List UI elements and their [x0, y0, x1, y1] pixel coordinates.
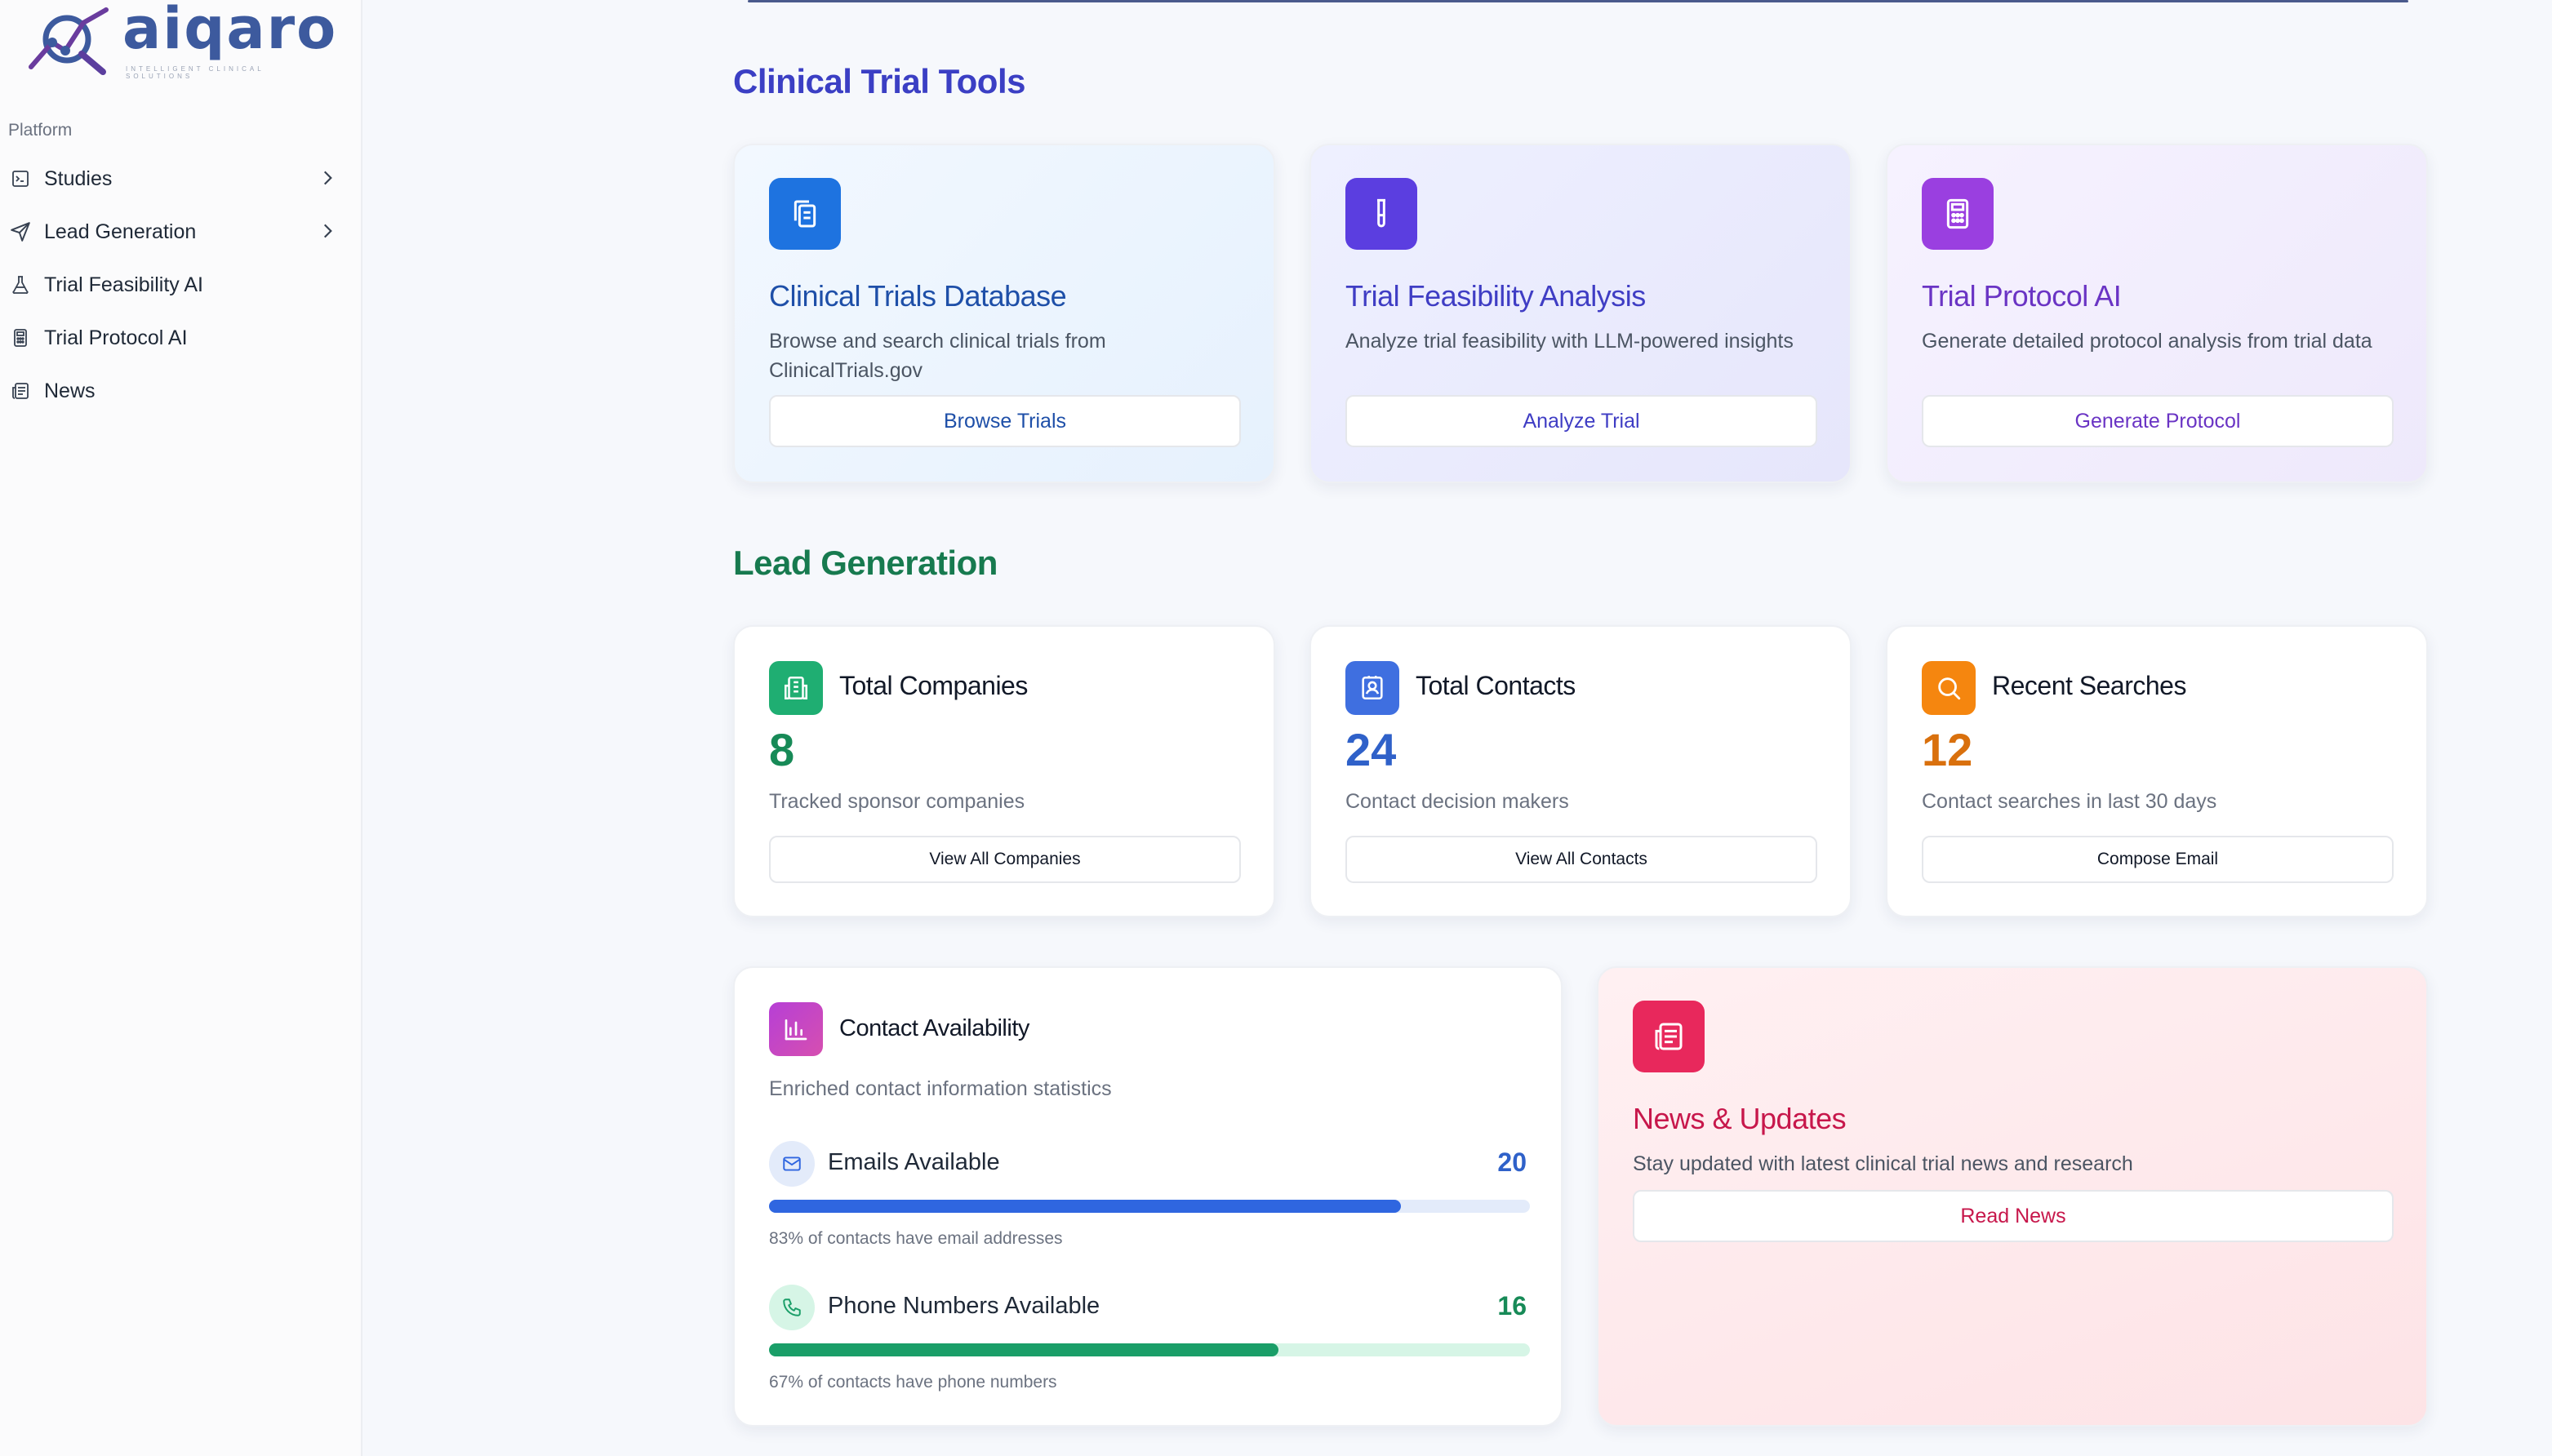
card-title: Clinical Trials Database [769, 279, 1067, 313]
sidebar-item-lead-generation[interactable]: Lead Generation [8, 209, 338, 255]
calculator-icon [1922, 178, 1994, 250]
sidebar-item-label: Trial Protocol AI [44, 326, 188, 349]
card-title: Trial Feasibility Analysis [1345, 279, 1646, 313]
clinical-trials-database-card: Clinical Trials Database Browse and sear… [733, 144, 1275, 483]
send-icon [8, 220, 33, 244]
stat-title: Total Contacts [1416, 671, 1576, 700]
sidebar-item-label: Studies [44, 166, 113, 190]
sidebar-item-news[interactable]: News [8, 368, 338, 414]
sidebar-item-trial-feasibility-ai[interactable]: Trial Feasibility AI [8, 262, 338, 308]
phones-progress-bar [769, 1343, 1530, 1356]
bar-chart-icon [769, 1002, 823, 1056]
availability-title: Contact Availability [839, 1015, 1029, 1041]
brand-logo[interactable]: aiqaro INTELLIGENT CLINICAL SOLUTIONS [28, 0, 336, 80]
sidebar-item-trial-protocol-ai[interactable]: Trial Protocol AI [8, 315, 338, 361]
trial-feasibility-analysis-card: Trial Feasibility Analysis Analyze trial… [1309, 144, 1852, 483]
stat-value: 8 [769, 724, 795, 775]
phones-available-label: Phone Numbers Available [828, 1293, 1100, 1319]
brand-tagline: INTELLIGENT CLINICAL SOLUTIONS [126, 65, 265, 80]
card-description: Generate detailed protocol analysis from… [1922, 330, 2372, 353]
newspaper-icon [1633, 1001, 1705, 1072]
stat-description: Contact searches in last 30 days [1922, 790, 2217, 813]
tools-section-title: Clinical Trial Tools [733, 62, 1025, 100]
stat-value: 24 [1345, 724, 1397, 775]
phone-icon [769, 1285, 815, 1330]
news-title: News & Updates [1633, 1102, 1847, 1135]
news-description: Stay updated with latest clinical trial … [1633, 1152, 2133, 1175]
phones-note: 67% of contacts have phone numbers [769, 1373, 1057, 1392]
sidebar-item-studies[interactable]: Studies [8, 156, 338, 202]
flask-icon [8, 273, 33, 297]
card-description: Analyze trial feasibility with LLM-power… [1345, 330, 1794, 353]
emails-note: 83% of contacts have email addresses [769, 1229, 1063, 1248]
lead-section-title: Lead Generation [733, 544, 998, 582]
availability-subtitle: Enriched contact information statistics [769, 1077, 1112, 1100]
generate-protocol-button[interactable]: Generate Protocol [1922, 395, 2394, 447]
newspaper-icon [8, 379, 33, 403]
test-tube-icon [1345, 178, 1417, 250]
stat-description: Contact decision makers [1345, 790, 1569, 813]
phones-available-value: 16 [1497, 1291, 1527, 1321]
compose-email-button[interactable]: Compose Email [1922, 836, 2394, 883]
contact-availability-card: Contact Availability Enriched contact in… [733, 966, 1563, 1427]
brand-name: aiqaro [122, 0, 338, 62]
emails-progress-bar [769, 1200, 1530, 1213]
view-all-companies-button[interactable]: View All Companies [769, 836, 1241, 883]
read-news-button[interactable]: Read News [1633, 1190, 2394, 1242]
emails-available-label: Emails Available [828, 1149, 1000, 1175]
chevron-right-icon [317, 220, 338, 247]
browse-trials-button[interactable]: Browse Trials [769, 395, 1241, 447]
recent-searches-card: Recent Searches 12 Contact searches in l… [1886, 625, 2428, 917]
total-contacts-card: Total Contacts 24 Contact decision maker… [1309, 625, 1852, 917]
sidebar-item-label: Lead Generation [44, 220, 197, 243]
card-description: Browse and search clinical trials from C… [769, 330, 1106, 382]
search-icon [1922, 661, 1976, 715]
phones-progress-fill [769, 1343, 1279, 1356]
calculator-icon [8, 326, 33, 350]
emails-progress-fill [769, 1200, 1401, 1213]
stat-description: Tracked sponsor companies [769, 790, 1025, 813]
logo-magnifier-icon [29, 7, 109, 75]
building-icon [769, 661, 823, 715]
news-updates-card: News & Updates Stay updated with latest … [1597, 966, 2428, 1427]
stat-title: Total Companies [839, 671, 1028, 700]
trial-protocol-ai-card: Trial Protocol AI Generate detailed prot… [1886, 144, 2428, 483]
mail-icon [769, 1141, 815, 1187]
sidebar-item-label: News [44, 379, 96, 402]
contact-card-icon [1345, 661, 1399, 715]
chevron-right-icon [317, 167, 338, 194]
emails-available-value: 20 [1497, 1147, 1527, 1177]
total-companies-card: Total Companies 8 Tracked sponsor compan… [733, 625, 1275, 917]
studies-icon [8, 166, 33, 191]
stat-value: 12 [1922, 724, 1973, 775]
sidebar-section-label: Platform [8, 121, 73, 140]
sidebar-item-label: Trial Feasibility AI [44, 273, 203, 296]
sidebar: aiqaro INTELLIGENT CLINICAL SOLUTIONS Pl… [0, 0, 362, 1456]
analyze-trial-button[interactable]: Analyze Trial [1345, 395, 1817, 447]
top-divider [748, 0, 2408, 2]
view-all-contacts-button[interactable]: View All Contacts [1345, 836, 1817, 883]
stat-title: Recent Searches [1992, 671, 2186, 700]
card-title: Trial Protocol AI [1922, 279, 2122, 313]
copy-icon [769, 178, 841, 250]
